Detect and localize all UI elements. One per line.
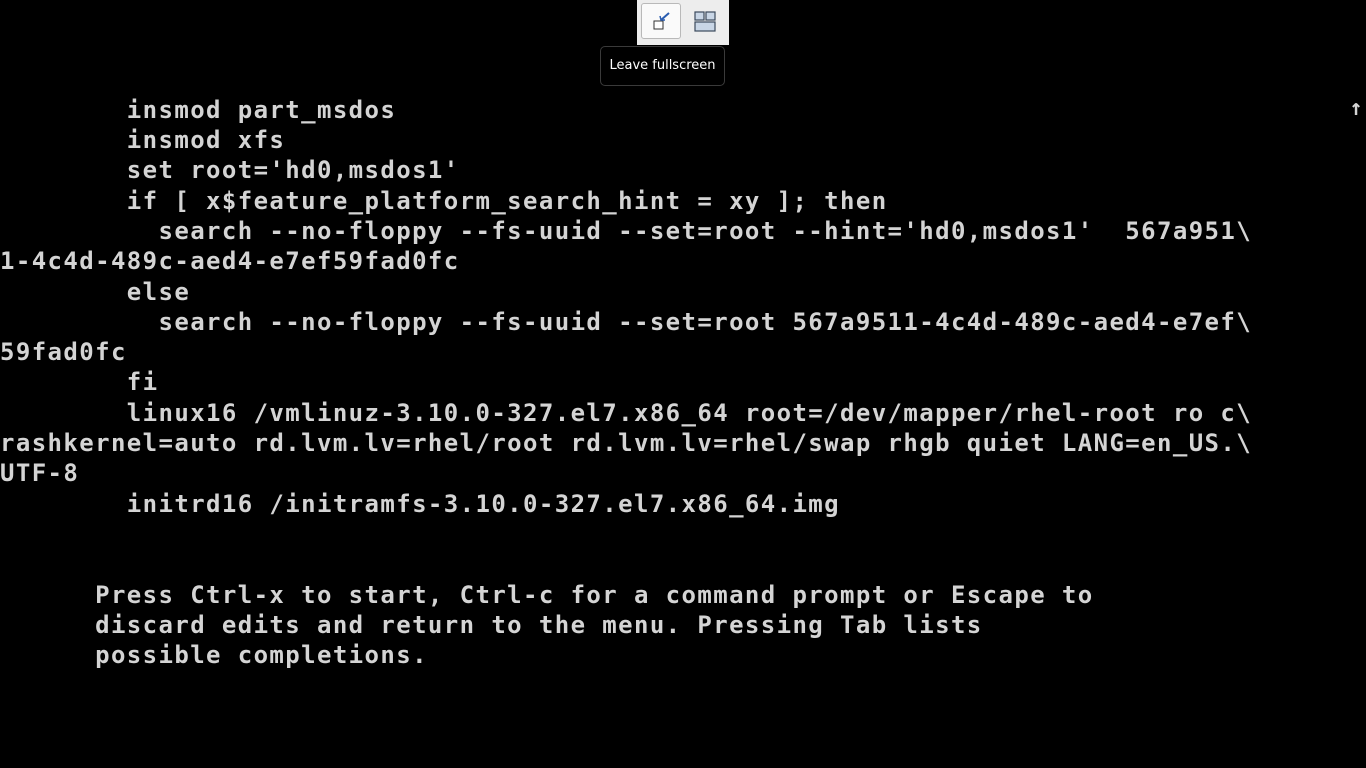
help-text-line: discard edits and return to the menu. Pr… (0, 611, 983, 639)
scroll-up-arrow-icon: ↑ (1349, 96, 1363, 121)
fullscreen-toolbar (637, 0, 729, 45)
editor-line[interactable]: 1-4c4d-489c-aed4-e7ef59fad0fc (0, 246, 460, 276)
help-text-line: Press Ctrl-x to start, Ctrl-c for a comm… (0, 581, 1094, 609)
leave-fullscreen-tooltip: Leave fullscreen (600, 46, 725, 86)
editor-line[interactable]: fi (0, 367, 159, 397)
switch-views-button[interactable] (685, 3, 725, 39)
editor-line[interactable]: else (0, 277, 190, 307)
editor-line[interactable]: if [ x$feature_platform_search_hint = xy… (0, 186, 888, 216)
editor-line[interactable]: insmod xfs (0, 125, 285, 155)
leave-fullscreen-icon (653, 12, 670, 30)
editor-line[interactable]: rashkernel=auto rd.lvm.lv=rhel/root rd.l… (0, 428, 1252, 458)
editor-line[interactable]: UTF-8 (0, 458, 79, 488)
editor-line[interactable]: search --no-floppy --fs-uuid --set=root … (0, 216, 1252, 246)
editor-line[interactable]: search --no-floppy --fs-uuid --set=root … (0, 307, 1252, 337)
editor-line[interactable]: linux16 /vmlinuz-3.10.0-327.el7.x86_64 r… (0, 398, 1252, 428)
editor-line[interactable]: initrd16 /initramfs-3.10.0-327.el7.x86_6… (0, 489, 840, 519)
help-text-line: possible completions. (0, 641, 428, 669)
editor-line[interactable]: insmod part_msdos (0, 95, 396, 125)
editor-line[interactable]: 59fad0fc (0, 337, 127, 367)
switch-views-icon (694, 11, 716, 32)
grub-editor-terminal[interactable]: insmod part_msdos insmod xfs set root='h… (0, 0, 1366, 768)
editor-line[interactable]: set root='hd0,msdos1' (0, 155, 460, 185)
leave-fullscreen-button[interactable] (641, 3, 681, 39)
